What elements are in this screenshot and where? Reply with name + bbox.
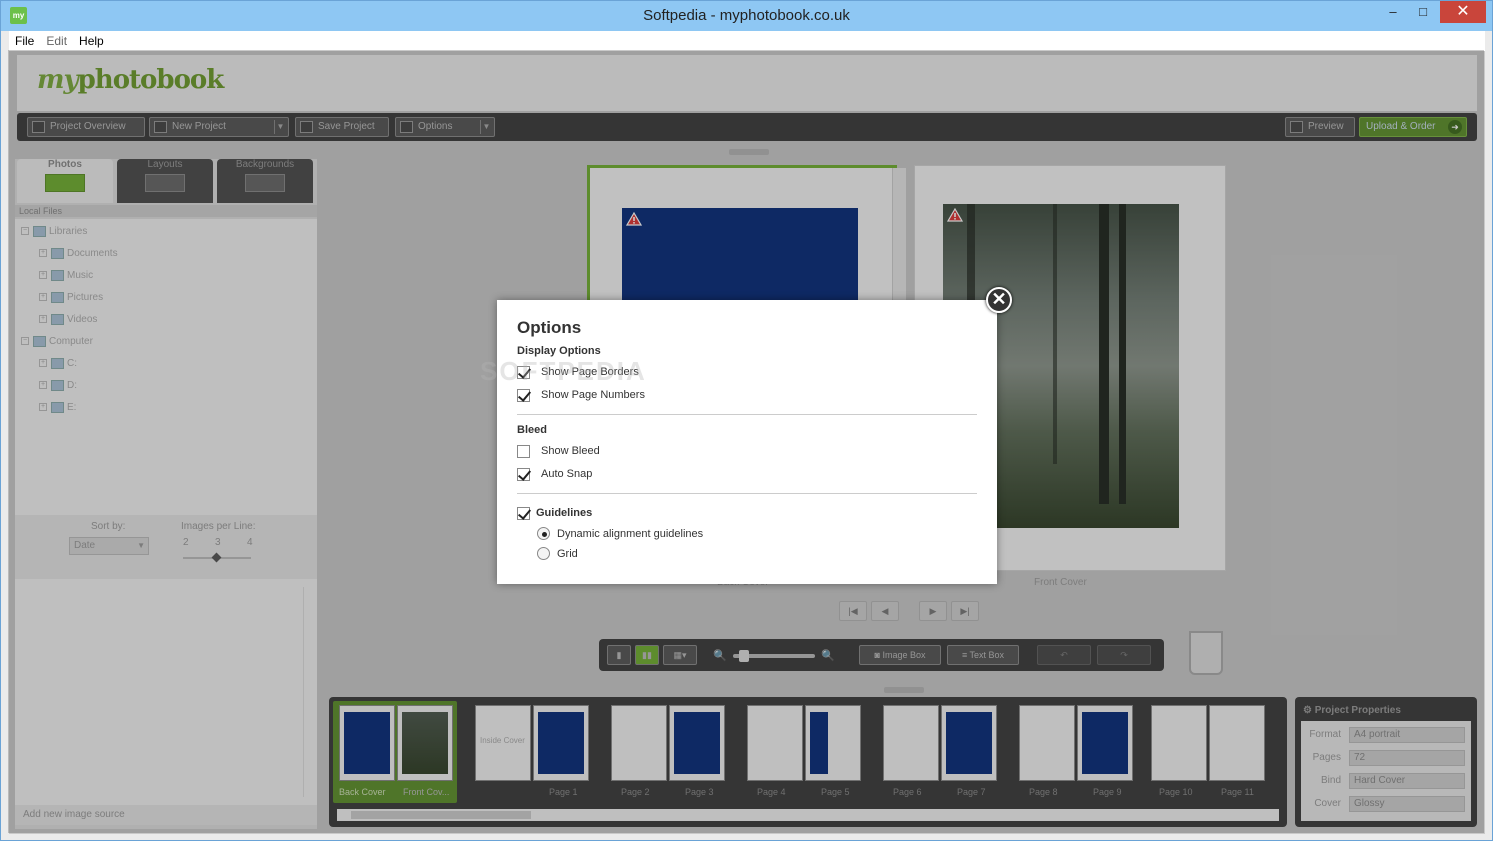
grid-radio[interactable]	[537, 547, 550, 560]
menu-file[interactable]: File	[9, 31, 40, 51]
show-page-numbers-label: Show Page Numbers	[541, 389, 645, 401]
menu-help[interactable]: Help	[73, 31, 110, 51]
menu-edit[interactable]: Edit	[40, 31, 73, 51]
auto-snap-label: Auto Snap	[541, 468, 593, 480]
maximize-button[interactable]: □	[1408, 1, 1438, 23]
watermark: SOFTPEDIA	[480, 356, 647, 386]
title-bar: my Softpedia - myphotobook.co.uk – □ ✕	[1, 1, 1492, 31]
dialog-title: Options	[517, 318, 582, 337]
show-bleed-checkbox[interactable]	[517, 445, 530, 458]
guidelines-label: Guidelines	[536, 507, 593, 519]
divider	[517, 414, 977, 415]
grid-label: Grid	[557, 548, 578, 560]
grid-option[interactable]: Grid	[537, 546, 578, 562]
guidelines-checkbox[interactable]	[517, 507, 530, 520]
dynamic-alignment-label: Dynamic alignment guidelines	[557, 528, 704, 540]
options-dialog: Options Display Options Show Page Border…	[497, 300, 997, 584]
show-page-numbers-option[interactable]: Show Page Numbers	[517, 387, 645, 403]
close-window-button[interactable]: ✕	[1440, 1, 1486, 23]
show-page-numbers-checkbox[interactable]	[517, 389, 530, 402]
bleed-heading: Bleed	[517, 424, 547, 436]
show-bleed-option[interactable]: Show Bleed	[517, 443, 600, 459]
divider	[517, 493, 977, 494]
auto-snap-checkbox[interactable]	[517, 468, 530, 481]
auto-snap-option[interactable]: Auto Snap	[517, 466, 592, 482]
show-bleed-label: Show Bleed	[541, 445, 600, 457]
dynamic-alignment-radio[interactable]	[537, 527, 550, 540]
menu-bar: File Edit Help	[9, 31, 1485, 51]
guidelines-option[interactable]: Guidelines	[517, 505, 592, 521]
minimize-button[interactable]: –	[1378, 1, 1408, 23]
window-title: Softpedia - myphotobook.co.uk	[643, 7, 850, 24]
dynamic-alignment-option[interactable]: Dynamic alignment guidelines	[537, 526, 703, 542]
close-icon[interactable]: ✕	[986, 287, 1012, 313]
